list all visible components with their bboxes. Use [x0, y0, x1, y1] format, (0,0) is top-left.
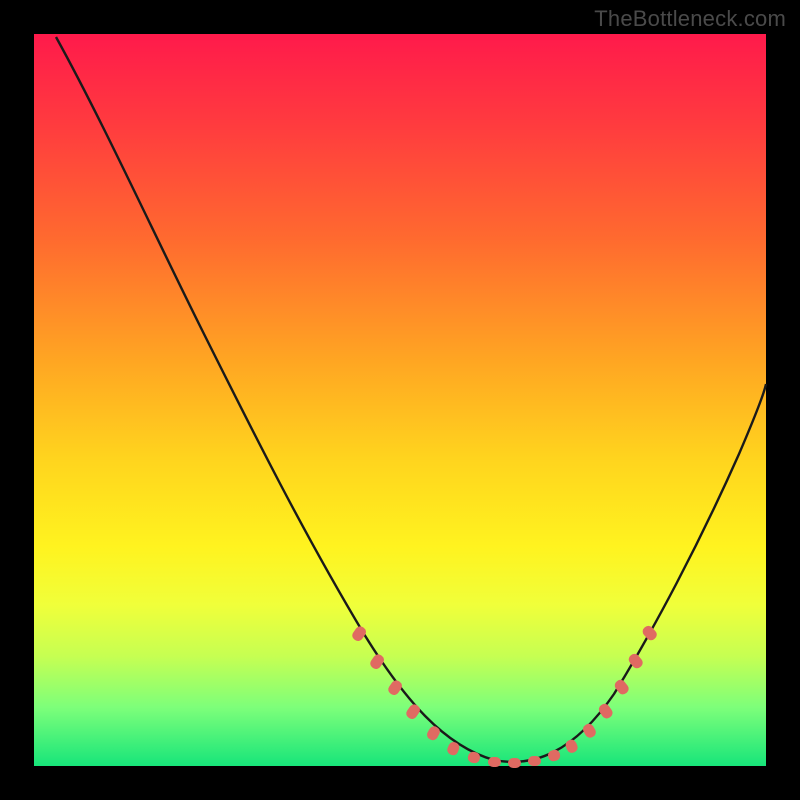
marker-dot — [528, 756, 541, 766]
plot-area — [34, 34, 766, 766]
marker-dot — [386, 678, 404, 697]
marker-dot — [467, 751, 481, 764]
bottleneck-curve — [56, 37, 766, 762]
marker-dot — [547, 749, 561, 762]
marker-dot — [488, 757, 501, 767]
marker-dot — [508, 758, 521, 768]
outer-frame: TheBottleneck.com — [0, 0, 800, 800]
curve-svg — [34, 34, 766, 766]
marker-dot — [404, 702, 422, 721]
marker-dot — [641, 624, 659, 643]
marker-dot — [350, 624, 368, 643]
marker-dot — [425, 724, 442, 742]
marker-dot — [581, 722, 598, 740]
marker-dot — [564, 738, 579, 754]
marker-dot — [597, 702, 615, 721]
watermark-text: TheBottleneck.com — [594, 6, 786, 32]
marker-dot — [368, 652, 386, 671]
